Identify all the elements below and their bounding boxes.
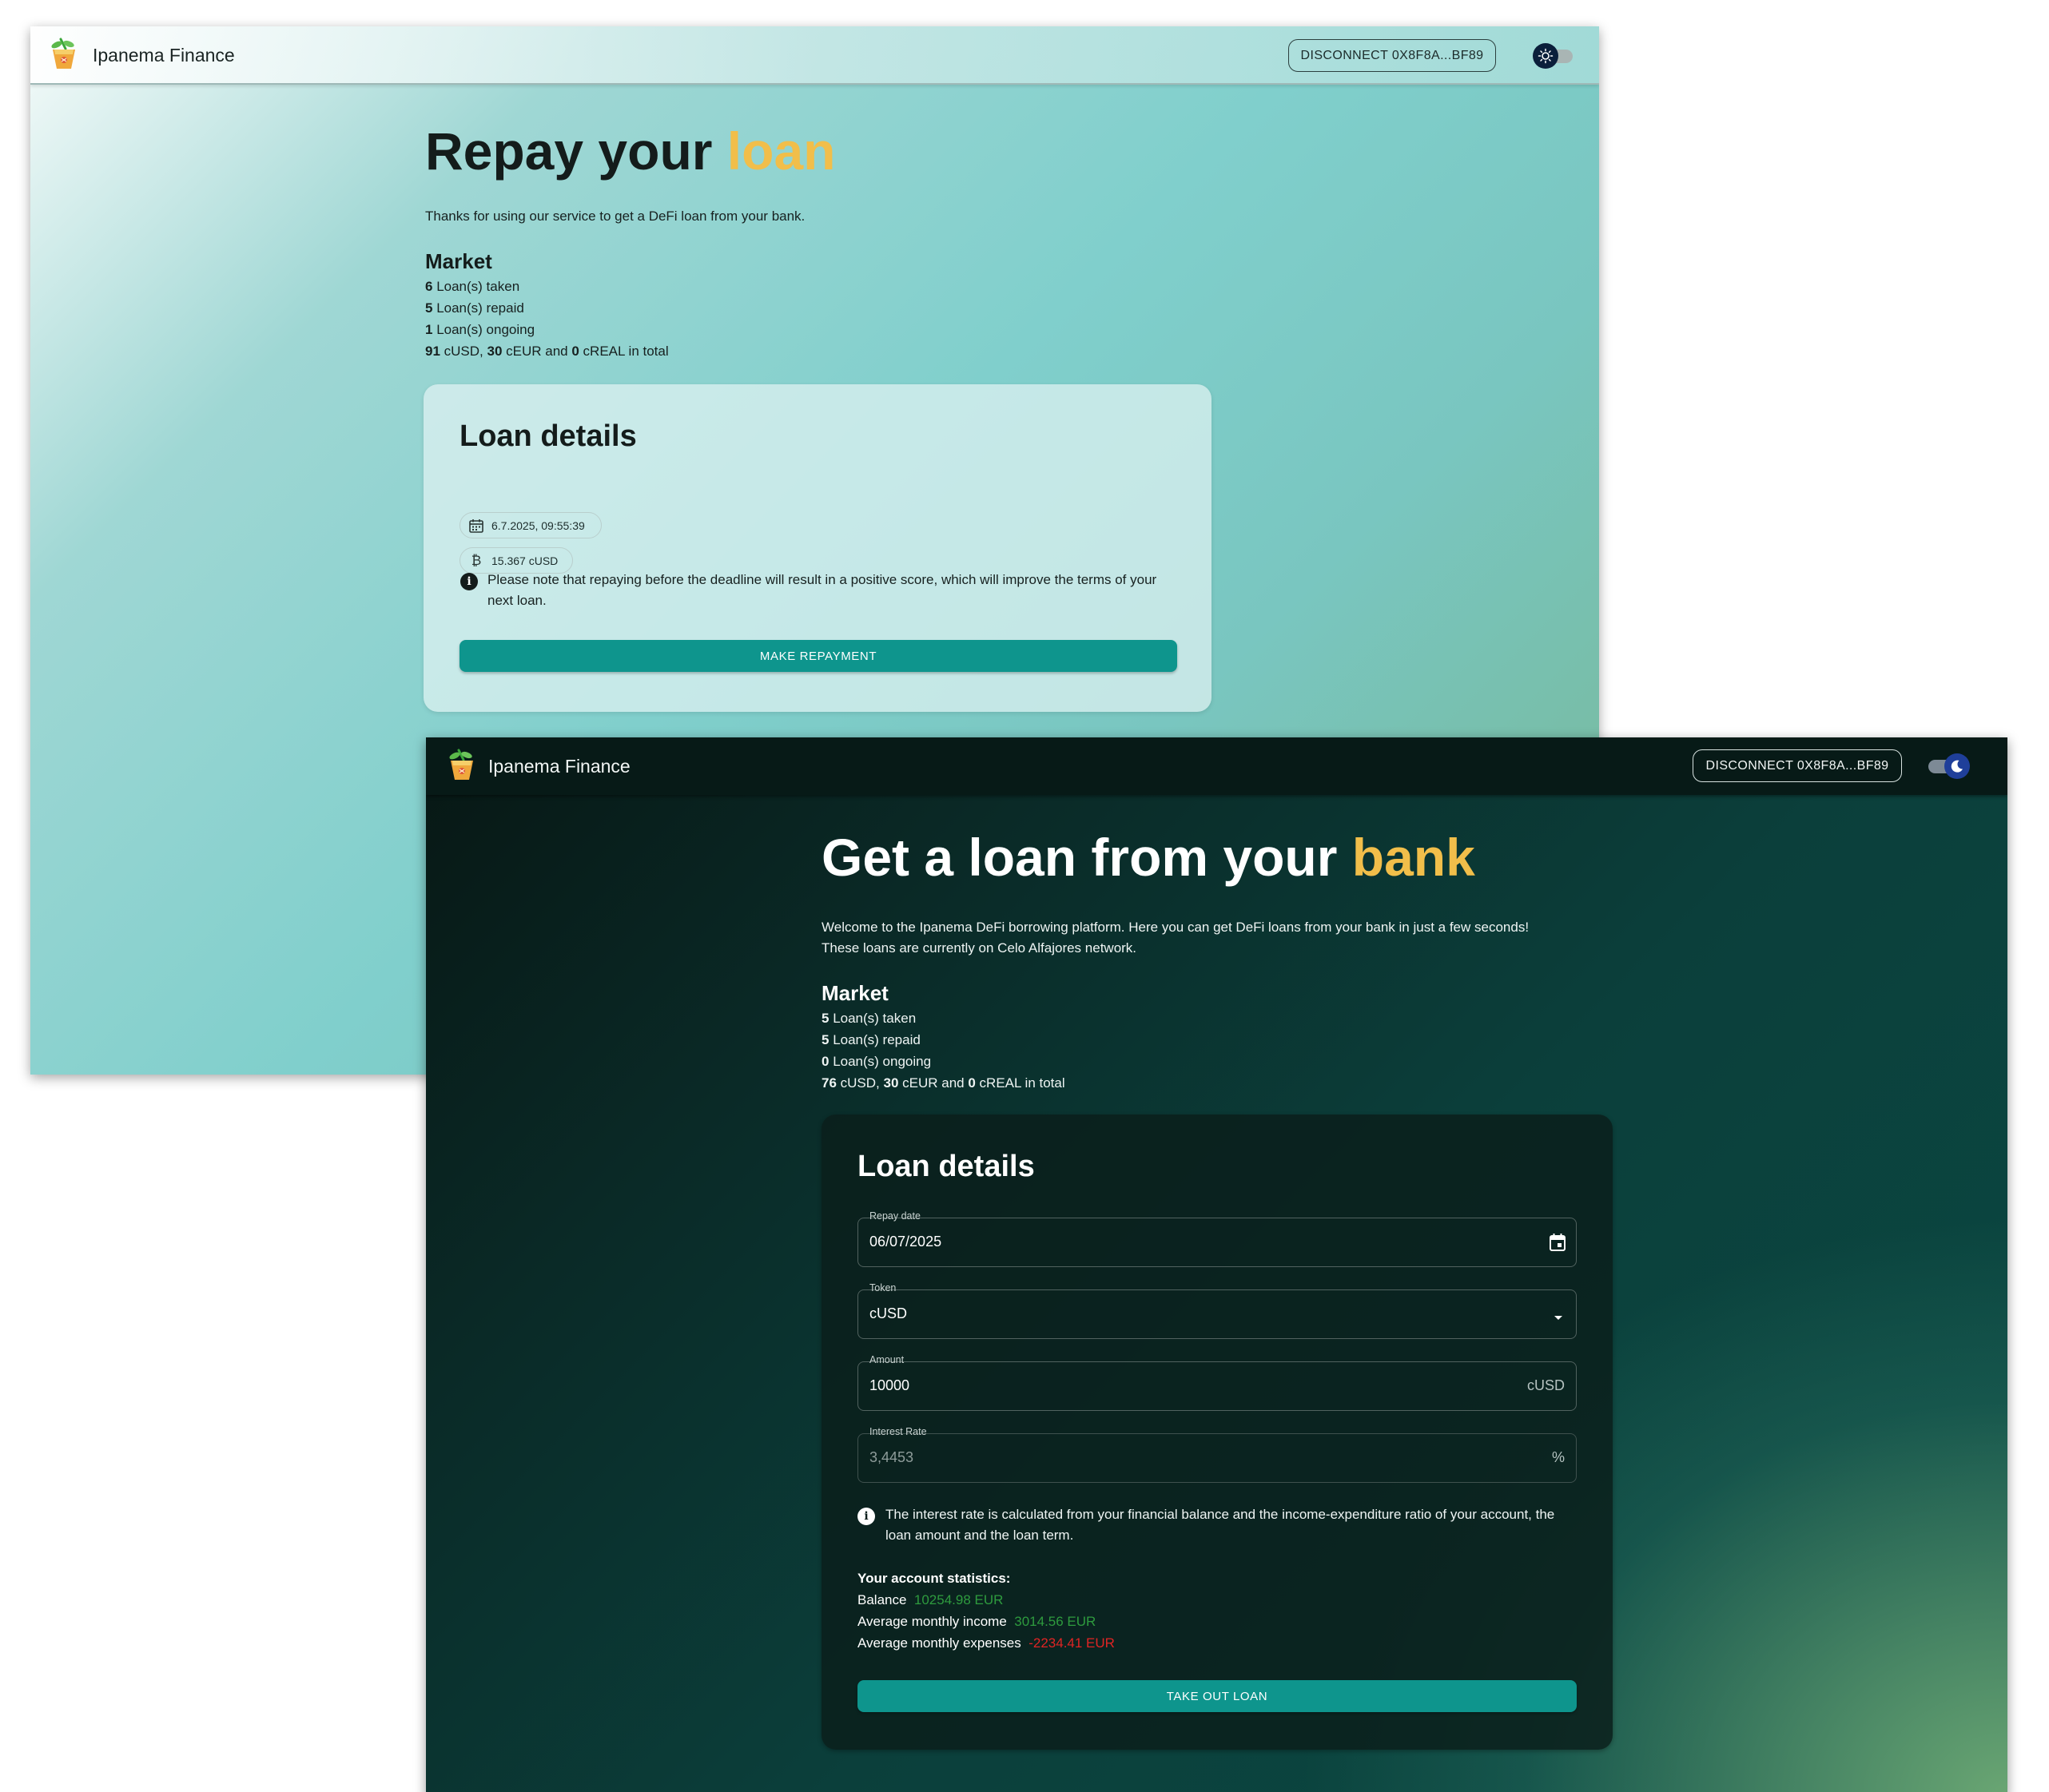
loans-repaid-label: Loan(s) repaid [829,1032,921,1047]
brand-name[interactable]: Ipanema Finance [93,45,235,66]
loans-ongoing-label: Loan(s) ongoing [829,1054,932,1069]
total-creal-label: cREAL in total [579,344,669,359]
dropdown-arrow-icon[interactable] [1554,1311,1563,1325]
repay-date-label: Repay date [869,1210,921,1222]
app-bar: Ipanema Finance DISCONNECT 0X8F8A...BF89 [426,737,2007,795]
amount-label: Amount [869,1354,905,1365]
total-ceur-label: cEUR and [898,1075,969,1091]
market-totals: 76 cUSD, 30 cEUR and 0 cREAL in total [822,1075,1065,1091]
total-creal: 0 [968,1075,976,1091]
moon-icon [1944,753,1970,779]
app-bar: Ipanema Finance DISCONNECT 0X8F8A...BF89 [30,26,1599,85]
interest-rate-suffix: % [1551,1449,1565,1465]
total-ceur-label: cEUR and [502,344,572,359]
total-ceur: 30 [883,1075,899,1091]
calendar-icon [467,517,485,534]
amount-input[interactable]: 10000 [869,1377,909,1394]
interest-rate-note: The interest rate is calculated from you… [885,1507,1555,1543]
market-loans-taken: 6 Loan(s) taken [425,279,519,295]
disconnect-wallet-button[interactable]: DISCONNECT 0X8F8A...BF89 [1693,749,1902,782]
intro-text-line1: Welcome to the Ipanema DeFi borrowing pl… [822,920,1530,935]
amount-text: 15.367 cUSD [491,554,559,567]
page-title-main: Repay your [425,121,727,181]
token-select[interactable]: Token cUSD [857,1282,1577,1339]
amount-suffix: cUSD [1526,1377,1565,1393]
intro-text: Thanks for using our service to get a De… [425,209,806,224]
total-cusd-label: cUSD, [836,1075,884,1091]
interest-rate-value: 3,4453 [869,1449,914,1465]
info-icon: i [460,573,478,590]
stat-balance-value: 10254.98 EUR [913,1592,1004,1607]
market-loans-repaid: 5 Loan(s) repaid [425,300,524,316]
stat-income-value: 3014.56 EUR [1014,1614,1096,1629]
card-title: Loan details [460,419,637,453]
dark-theme-window: Ipanema Finance DISCONNECT 0X8F8A...BF89… [426,737,2007,1792]
total-creal-label: cREAL in total [975,1075,1065,1091]
market-loans-taken: 5 Loan(s) taken [822,1011,916,1027]
info-icon: i [857,1508,875,1525]
stat-expenses-label: Average monthly expenses [857,1635,1021,1651]
page-title: Repay your loan [425,121,835,181]
market-loans-ongoing: 1 Loan(s) ongoing [425,322,535,338]
loans-taken-label: Loan(s) taken [432,279,520,294]
make-repayment-button[interactable]: MAKE REPAYMENT [460,640,1177,672]
intro-text-line2: These loans are currently on Celo Alfajo… [822,940,1137,956]
brand-name[interactable]: Ipanema Finance [488,756,631,777]
loan-details-card: Loan details Repay date 06/07/2025 Token… [822,1115,1613,1750]
stat-expenses: Average monthly expenses -2234.41 EUR [857,1635,1115,1651]
card-title: Loan details [857,1150,1035,1183]
cocktail-logo-icon[interactable] [446,749,478,782]
market-title: Market [822,981,889,1005]
interest-rate-field: Interest Rate 3,4453 % [857,1426,1577,1483]
due-date-chip: 6.7.2025, 09:55:39 [460,512,602,538]
total-cusd-label: cUSD, [440,344,487,359]
due-date-text: 6.7.2025, 09:55:39 [491,519,585,532]
disconnect-wallet-button[interactable]: DISCONNECT 0X8F8A...BF89 [1288,39,1496,72]
take-out-loan-button[interactable]: TAKE OUT LOAN [857,1680,1577,1712]
page-title: Get a loan from your bank [822,827,1475,888]
stat-balance: Balance 10254.98 EUR [857,1592,1003,1608]
theme-toggle[interactable] [1533,42,1579,70]
repay-date-input[interactable]: 06/07/2025 [869,1234,941,1250]
loans-taken-label: Loan(s) taken [829,1011,917,1026]
page-title-main: Get a loan from your [822,828,1352,887]
calendar-icon[interactable] [1549,1233,1566,1256]
stat-income: Average monthly income 3014.56 EUR [857,1614,1096,1630]
total-cusd: 91 [425,344,440,359]
stat-balance-label: Balance [857,1592,907,1607]
market-totals: 91 cUSD, 30 cEUR and 0 cREAL in total [425,344,669,360]
repayment-note: Please note that repaying before the dea… [487,572,1157,608]
market-loans-ongoing: 0 Loan(s) ongoing [822,1054,931,1070]
loan-details-card: Loan details 6.7.2025, 09:55:39 ₿ 15.367… [424,384,1211,712]
cocktail-logo-icon[interactable] [48,38,80,71]
page-title-accent: loan [726,121,836,181]
loans-ongoing-label: Loan(s) ongoing [432,322,535,337]
account-stats-title: Your account statistics: [857,1571,1011,1586]
theme-toggle[interactable] [1927,753,1973,780]
page-title-accent: bank [1351,828,1475,887]
stat-income-label: Average monthly income [857,1614,1007,1629]
token-label: Token [869,1282,897,1293]
total-ceur: 30 [487,344,503,359]
total-cusd: 76 [822,1075,837,1091]
amount-field[interactable]: Amount 10000 cUSD [857,1354,1577,1411]
bitcoin-icon: ₿ [471,552,482,569]
sun-icon [1533,43,1558,69]
token-selected-value[interactable]: cUSD [869,1305,907,1322]
total-creal: 0 [571,344,579,359]
market-loans-repaid: 5 Loan(s) repaid [822,1032,921,1048]
loans-repaid-label: Loan(s) repaid [432,300,524,316]
repay-date-field[interactable]: Repay date 06/07/2025 [857,1210,1577,1267]
market-title: Market [425,249,492,273]
stat-expenses-value: -2234.41 EUR [1028,1635,1115,1651]
interest-rate-label: Interest Rate [869,1426,927,1437]
